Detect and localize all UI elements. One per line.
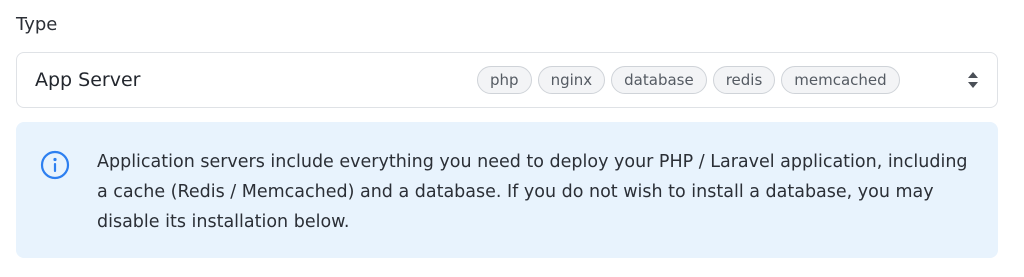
info-alert: Application servers include everything y… <box>16 122 998 258</box>
tag-memcached: memcached <box>781 66 900 94</box>
stack-tags: php nginx database redis memcached <box>477 66 900 94</box>
selected-type-value: App Server <box>35 69 141 91</box>
type-label: Type <box>16 14 58 35</box>
tag-nginx: nginx <box>537 66 606 94</box>
info-circle-icon <box>40 150 70 180</box>
chevron-up-down-icon[interactable] <box>967 70 979 90</box>
tag-redis: redis <box>712 66 776 94</box>
server-type-select[interactable]: App Server php nginx database redis memc… <box>16 52 998 108</box>
info-message: Application servers include everything y… <box>97 152 968 232</box>
server-type-field: Type App Server php nginx database redis… <box>0 0 1024 277</box>
tag-database: database <box>611 66 707 94</box>
tag-php: php <box>477 66 532 94</box>
